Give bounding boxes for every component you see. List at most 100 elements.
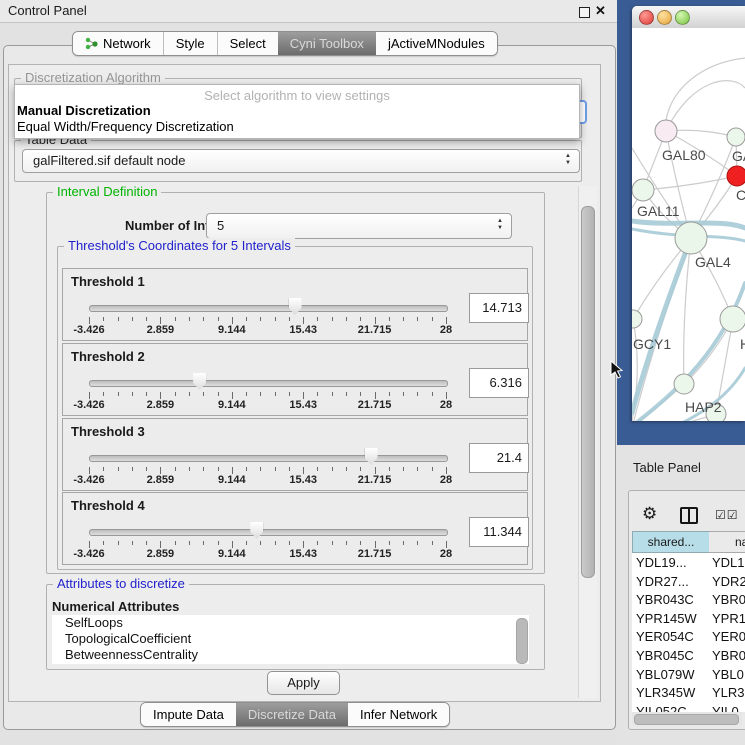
cyni-bottom-tabs: Impute Data Discretize Data Infer Network <box>140 702 450 727</box>
attribute-item[interactable]: TopologicalCoefficient <box>52 631 529 647</box>
attribute-item[interactable]: BetweennessCentrality <box>52 647 529 663</box>
cell-shared-name: YLR345W <box>636 685 695 700</box>
cell-shared-name: YPR145W <box>636 611 697 626</box>
tab-cyni-toolbox[interactable]: Cyni Toolbox <box>278 32 376 55</box>
algorithm-option[interactable]: Manual Discretization <box>17 103 151 118</box>
table-row[interactable]: YLR345W YLR3 <box>632 685 745 703</box>
threshold-slider-track[interactable] <box>89 305 448 312</box>
minimize-traffic-light-icon[interactable] <box>657 10 672 25</box>
cell-name: YER0 <box>712 629 745 644</box>
algorithm-option[interactable]: Equal Width/Frequency Discretization <box>17 119 234 134</box>
table-hscrollbar-thumb[interactable] <box>634 714 739 725</box>
threshold-slider-thumb[interactable] <box>250 522 263 539</box>
attributes-list-scrollbar[interactable] <box>516 618 528 664</box>
number-of-intervals-value: 5 <box>217 218 224 233</box>
network-node[interactable] <box>655 120 677 142</box>
numerical-attributes-list[interactable]: SelfLoopsTopologicalCoefficientBetweenne… <box>52 615 529 664</box>
attribute-item[interactable]: SelfLoops <box>52 615 529 631</box>
tab-jactivemnodules[interactable]: jActiveMNodules <box>376 32 497 55</box>
cell-shared-name: YBR045C <box>636 648 694 663</box>
close-icon[interactable]: ✕ <box>595 3 606 19</box>
threshold-panel: Threshold 4-3.4262.8599.14415.4321.71528… <box>62 492 528 565</box>
tab-label: jActiveMNodules <box>388 36 485 51</box>
threshold-slider-track[interactable] <box>89 455 448 462</box>
slider-tick-labels: -3.4262.8599.14415.4321.71528 <box>89 324 446 336</box>
table-header-name[interactable]: na <box>709 531 745 553</box>
threshold-slider-thumb[interactable] <box>365 448 378 465</box>
thresholds-group-label: Threshold's Coordinates for 5 Intervals <box>64 238 295 253</box>
threshold-value-field[interactable]: 14.713 <box>469 293 529 323</box>
tab-network[interactable]: Network <box>73 32 163 55</box>
node-label: HA <box>740 336 745 352</box>
network-window-titlebar[interactable] <box>632 6 745 29</box>
threshold-value-field[interactable]: 6.316 <box>469 368 529 398</box>
table-row[interactable]: YDR27...YDR2 <box>632 574 745 592</box>
network-node[interactable] <box>674 374 694 394</box>
panel-scrollbar-thumb[interactable] <box>581 206 595 578</box>
table-row[interactable]: YDL19...YDL1 <box>632 555 745 573</box>
float-window-icon[interactable] <box>579 7 590 18</box>
network-node[interactable] <box>727 166 745 186</box>
control-panel-titlebar: Control Panel <box>0 0 617 23</box>
tab-select[interactable]: Select <box>217 32 278 55</box>
screenshot-root: Control Panel ✕ NetworkStyleSelect Cyni T… <box>0 0 745 745</box>
threshold-panel: Threshold 2 -3.4262.8599.14415.4321.71528… <box>62 343 528 416</box>
table-data-combo[interactable]: galFiltered.sif default node ▲▼ <box>22 149 580 173</box>
node-label: GAL80 <box>662 147 706 163</box>
cell-name: YIL0 <box>712 704 739 712</box>
node-label: GAL4 <box>695 254 731 270</box>
bottom-tab-impute-data[interactable]: Impute Data <box>141 703 236 726</box>
network-node[interactable] <box>675 222 707 254</box>
apply-button[interactable]: Apply <box>267 671 340 695</box>
gear-icon[interactable]: ⚙ <box>642 504 657 524</box>
close-traffic-light-icon[interactable] <box>639 10 654 25</box>
threshold-slider-thumb[interactable] <box>289 298 302 315</box>
table-row[interactable]: YBL079W YBL0 <box>632 667 745 685</box>
threshold-slider-track[interactable] <box>89 529 448 536</box>
threshold-label: Threshold 4 <box>71 498 145 513</box>
column-layout-icon[interactable] <box>680 507 698 524</box>
bottom-tab-label: Discretize Data <box>248 707 336 722</box>
node-label: GA <box>732 148 745 164</box>
table-row[interactable]: YPR145WYPR1 <box>632 611 745 629</box>
zoom-traffic-light-icon[interactable] <box>675 10 690 25</box>
network-icon <box>85 37 98 50</box>
node-label: CY <box>736 187 745 203</box>
node-label: GAL11 <box>637 203 680 219</box>
threshold-value-field[interactable]: 11.344 <box>469 517 529 547</box>
cell-shared-name: YBL079W <box>636 667 695 682</box>
network-node[interactable] <box>727 128 745 146</box>
node-label: GCY1 <box>633 336 671 352</box>
table-row[interactable]: YIL052CYIL0 <box>632 704 745 712</box>
threshold-label: Threshold 3 <box>71 424 145 439</box>
network-canvas[interactable]: GAL80GAL11GAL4GCY1HAP2GACYHA <box>632 28 745 421</box>
table-header-shared-name[interactable]: shared... <box>632 531 710 553</box>
column-checkbox-icons[interactable]: ☑☑ <box>715 508 739 522</box>
table-row[interactable]: YER054CYER0 <box>632 629 745 647</box>
table-row[interactable]: YBR043CYBR0 <box>632 592 745 610</box>
slider-tick-labels: -3.4262.8599.14415.4321.71528 <box>89 474 446 486</box>
threshold-value-field[interactable]: 21.4 <box>469 443 529 473</box>
node-table[interactable]: YDL19...YDL1YDR27...YDR2YBR043CYBR0YPR14… <box>632 553 745 712</box>
tab-label: Cyni Toolbox <box>290 36 364 51</box>
threshold-slider-track[interactable] <box>89 380 448 387</box>
slider-tick-labels: -3.4262.8599.14415.4321.71528 <box>89 399 446 411</box>
number-of-intervals-combo[interactable]: 5 ▲▼ <box>206 213 512 239</box>
network-node[interactable] <box>632 179 654 201</box>
numerical-attributes-label: Numerical Attributes <box>52 599 179 614</box>
bottom-tab-infer-network[interactable]: Infer Network <box>348 703 449 726</box>
threshold-label: Threshold 2 <box>71 349 145 364</box>
network-node[interactable] <box>720 306 745 332</box>
table-panel-title: Table Panel <box>633 460 701 475</box>
bottom-tab-discretize-data[interactable]: Discretize Data <box>236 703 348 726</box>
attributes-group-label: Attributes to discretize <box>53 576 189 591</box>
control-panel-tabs: NetworkStyleSelect Cyni Toolbox jActiveMNo… <box>72 31 498 56</box>
cell-name: YBR0 <box>712 648 745 663</box>
tab-style[interactable]: Style <box>163 32 217 55</box>
threshold-slider-thumb[interactable] <box>193 373 206 390</box>
cell-name: YBL0 <box>712 667 744 682</box>
cell-name: YLR3 <box>712 685 745 700</box>
table-row[interactable]: YBR045C YBR0 <box>632 648 745 666</box>
threshold-panel: Threshold 1-3.4262.8599.14415.4321.71528… <box>62 268 528 341</box>
table-data-combo-value: galFiltered.sif default node <box>33 153 185 168</box>
